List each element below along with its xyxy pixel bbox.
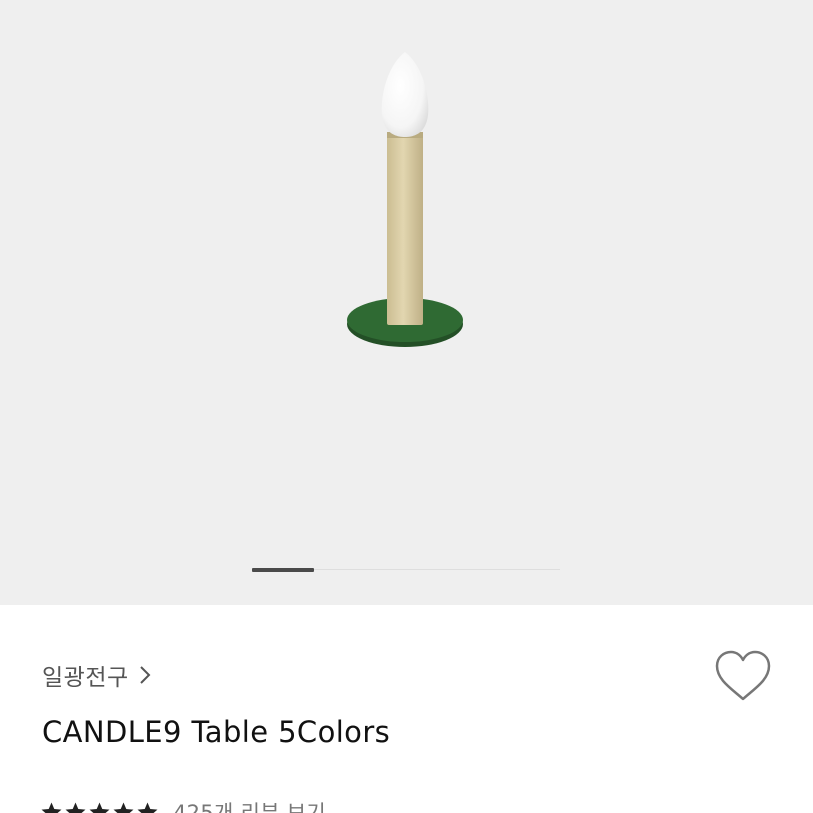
brand-name: 일광전구: [42, 665, 129, 691]
gallery-indicator-active: [252, 568, 314, 572]
star-icon: [41, 801, 62, 813]
product-title: CANDLE9 Table 5Colors: [42, 715, 391, 749]
rating-row[interactable]: 425개 리뷰 보기: [40, 797, 326, 813]
star-icon: [89, 801, 110, 813]
product-detail-page: 일광전구 CANDLE9 Table 5Colors 425개 리뷰 보기: [0, 0, 813, 813]
product-image-gallery[interactable]: [0, 0, 813, 605]
chevron-right-icon: [139, 666, 151, 684]
product-info-section: 일광전구 CANDLE9 Table 5Colors 425개 리뷰 보기: [0, 605, 813, 813]
brand-link[interactable]: 일광전구: [42, 658, 151, 692]
heart-icon[interactable]: [712, 648, 774, 704]
star-icon: [137, 801, 158, 813]
star-icon: [65, 801, 86, 813]
rating-stars: [40, 801, 159, 813]
star-icon: [113, 801, 134, 813]
review-count-link[interactable]: 425개 리뷰 보기: [173, 797, 326, 813]
product-image-candle-lamp: [347, 52, 463, 347]
